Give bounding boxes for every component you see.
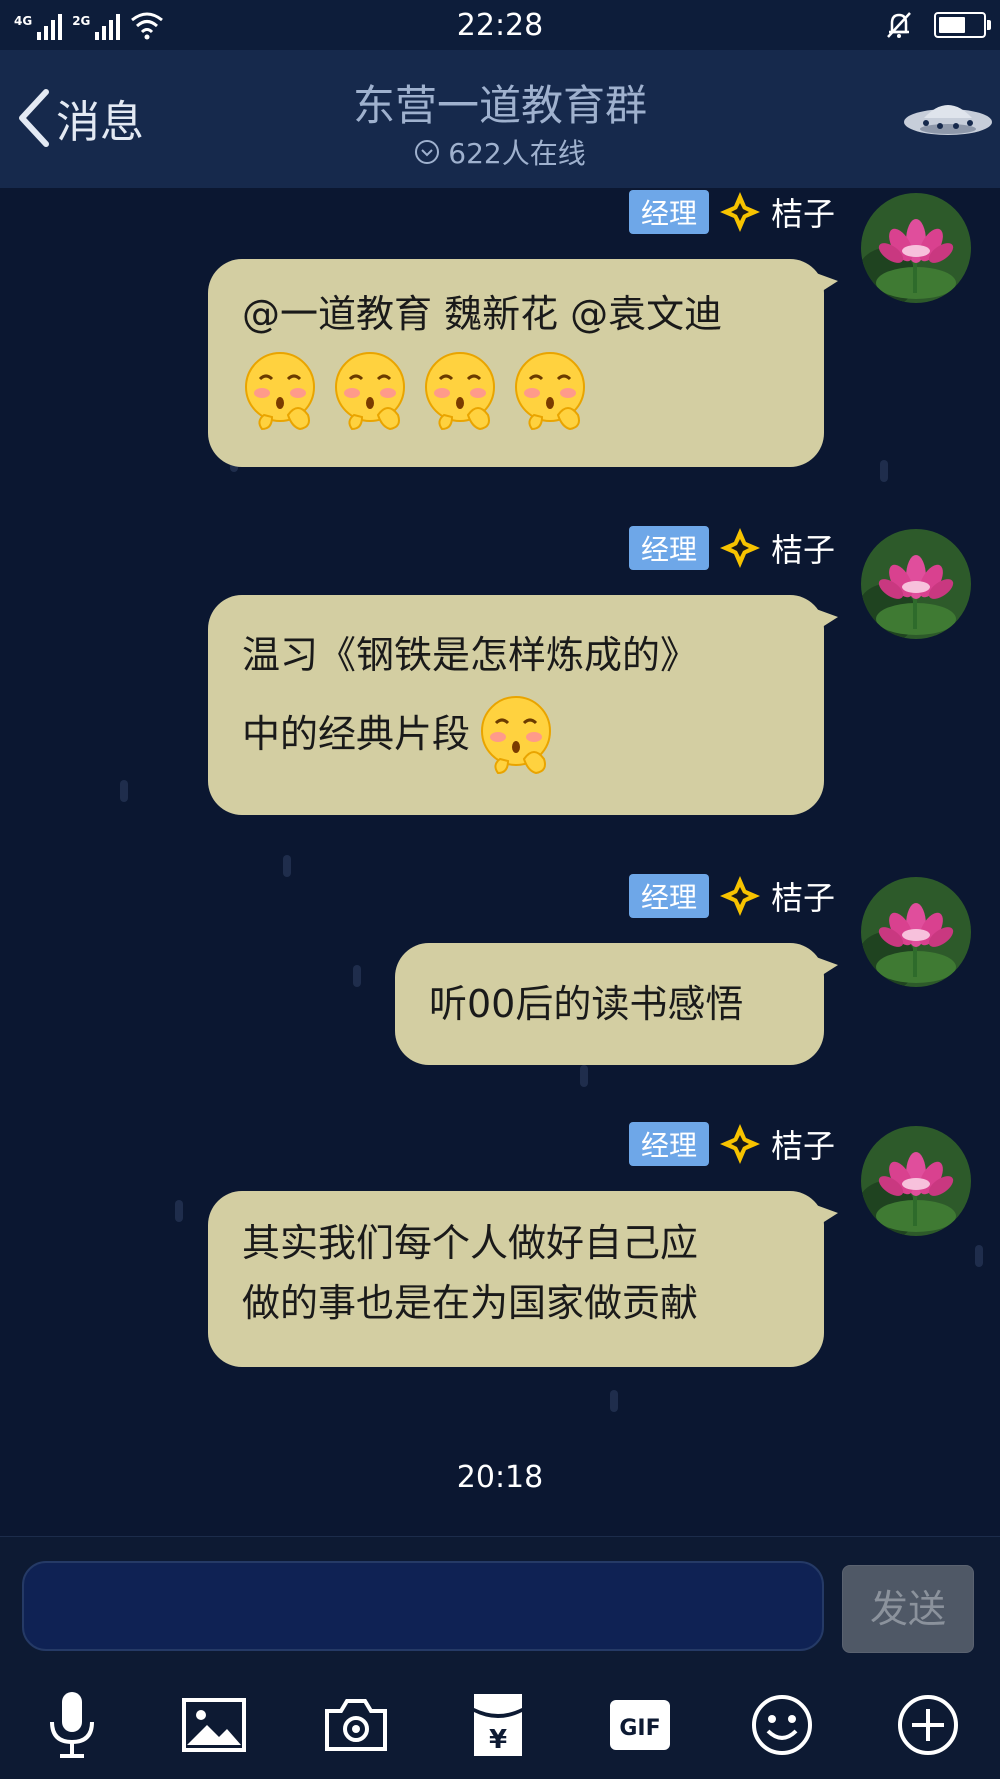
message-text: 做的事也是在为国家做贡献 xyxy=(242,1281,699,1325)
gif-label: GIF xyxy=(619,1716,660,1741)
chat-timestamp: 20:18 xyxy=(456,1460,544,1495)
sender-name[interactable]: 桔子 xyxy=(771,525,835,571)
message-meta: 经理 桔子 xyxy=(628,525,835,571)
sender-name[interactable]: 桔子 xyxy=(771,873,835,919)
message-text: @一道教育 魏新花 @袁文迪 xyxy=(242,292,723,336)
sender-name[interactable]: 桔子 xyxy=(771,189,835,235)
message-bubble[interactable]: 其实我们每个人做好自己应 做的事也是在为国家做贡献 xyxy=(208,1191,838,1367)
online-count[interactable]: 622人在线 xyxy=(0,132,1000,172)
shy-emoji-icon xyxy=(335,352,405,431)
online-count-label: 622人在线 xyxy=(448,137,586,170)
message-text: 温习《钢铁是怎样炼成的》 xyxy=(242,633,699,677)
message-meta: 经理 桔子 xyxy=(628,1121,835,1167)
plus-icon[interactable] xyxy=(890,1687,966,1763)
shy-emoji-icon xyxy=(481,696,552,775)
avatar[interactable] xyxy=(861,877,971,987)
shy-emoji-icon xyxy=(245,352,315,431)
status-time: 22:28 xyxy=(456,8,544,43)
emoji-row xyxy=(242,349,790,431)
group-title[interactable]: 东营一道教育群 xyxy=(0,72,1000,133)
yen-label: ¥ xyxy=(489,1725,507,1755)
message-text: 其实我们每个人做好自己应 xyxy=(242,1221,699,1265)
shy-emoji-icon xyxy=(425,352,495,431)
shy-emoji-icon xyxy=(515,352,585,431)
message-input[interactable] xyxy=(22,1561,824,1651)
message-bubble[interactable]: 听00后的读书感悟 xyxy=(395,943,838,1065)
send-button[interactable]: 发送 xyxy=(842,1565,974,1653)
emoji-icon[interactable] xyxy=(744,1687,820,1763)
gif-icon[interactable]: GIF xyxy=(602,1687,678,1763)
vip-star-icon xyxy=(719,528,760,568)
message-bubble[interactable]: @一道教育 魏新花 @袁文迪 xyxy=(208,259,838,467)
avatar[interactable] xyxy=(861,193,971,303)
message-text: 听00后的读书感悟 xyxy=(429,982,744,1026)
message-bubble[interactable]: 温习《钢铁是怎样炼成的》 中的经典片段 xyxy=(208,595,838,815)
vip-star-icon xyxy=(719,1124,760,1164)
chat-header: 消息 东营一道教育群 622人在线 xyxy=(0,50,1000,188)
ufo-icon[interactable] xyxy=(900,92,996,142)
message-meta: 经理 桔子 xyxy=(628,873,835,919)
role-badge: 经理 xyxy=(628,526,709,570)
microphone-icon[interactable] xyxy=(34,1687,110,1763)
image-icon[interactable] xyxy=(176,1687,252,1763)
message-text: 中的经典片段 xyxy=(242,712,471,756)
chevron-down-circle-icon xyxy=(415,140,440,164)
input-toolbar: ¥ GIF xyxy=(0,1687,1000,1763)
role-badge: 经理 xyxy=(628,1122,709,1166)
avatar[interactable] xyxy=(861,1126,971,1236)
sender-name[interactable]: 桔子 xyxy=(771,1121,835,1167)
role-badge: 经理 xyxy=(628,190,709,234)
battery-icon xyxy=(934,12,991,38)
status-bar: 4G 2G 22:28 xyxy=(0,0,1000,50)
bell-muted-icon xyxy=(887,12,911,38)
input-bar: 发送 ¥ GIF xyxy=(0,1536,1000,1779)
avatar[interactable] xyxy=(861,529,971,639)
vip-star-icon xyxy=(719,192,760,232)
role-badge: 经理 xyxy=(628,874,709,918)
red-packet-icon[interactable]: ¥ xyxy=(460,1687,536,1763)
message-meta: 经理 桔子 xyxy=(628,189,835,235)
vip-star-icon xyxy=(719,876,760,916)
camera-icon[interactable] xyxy=(318,1687,394,1763)
